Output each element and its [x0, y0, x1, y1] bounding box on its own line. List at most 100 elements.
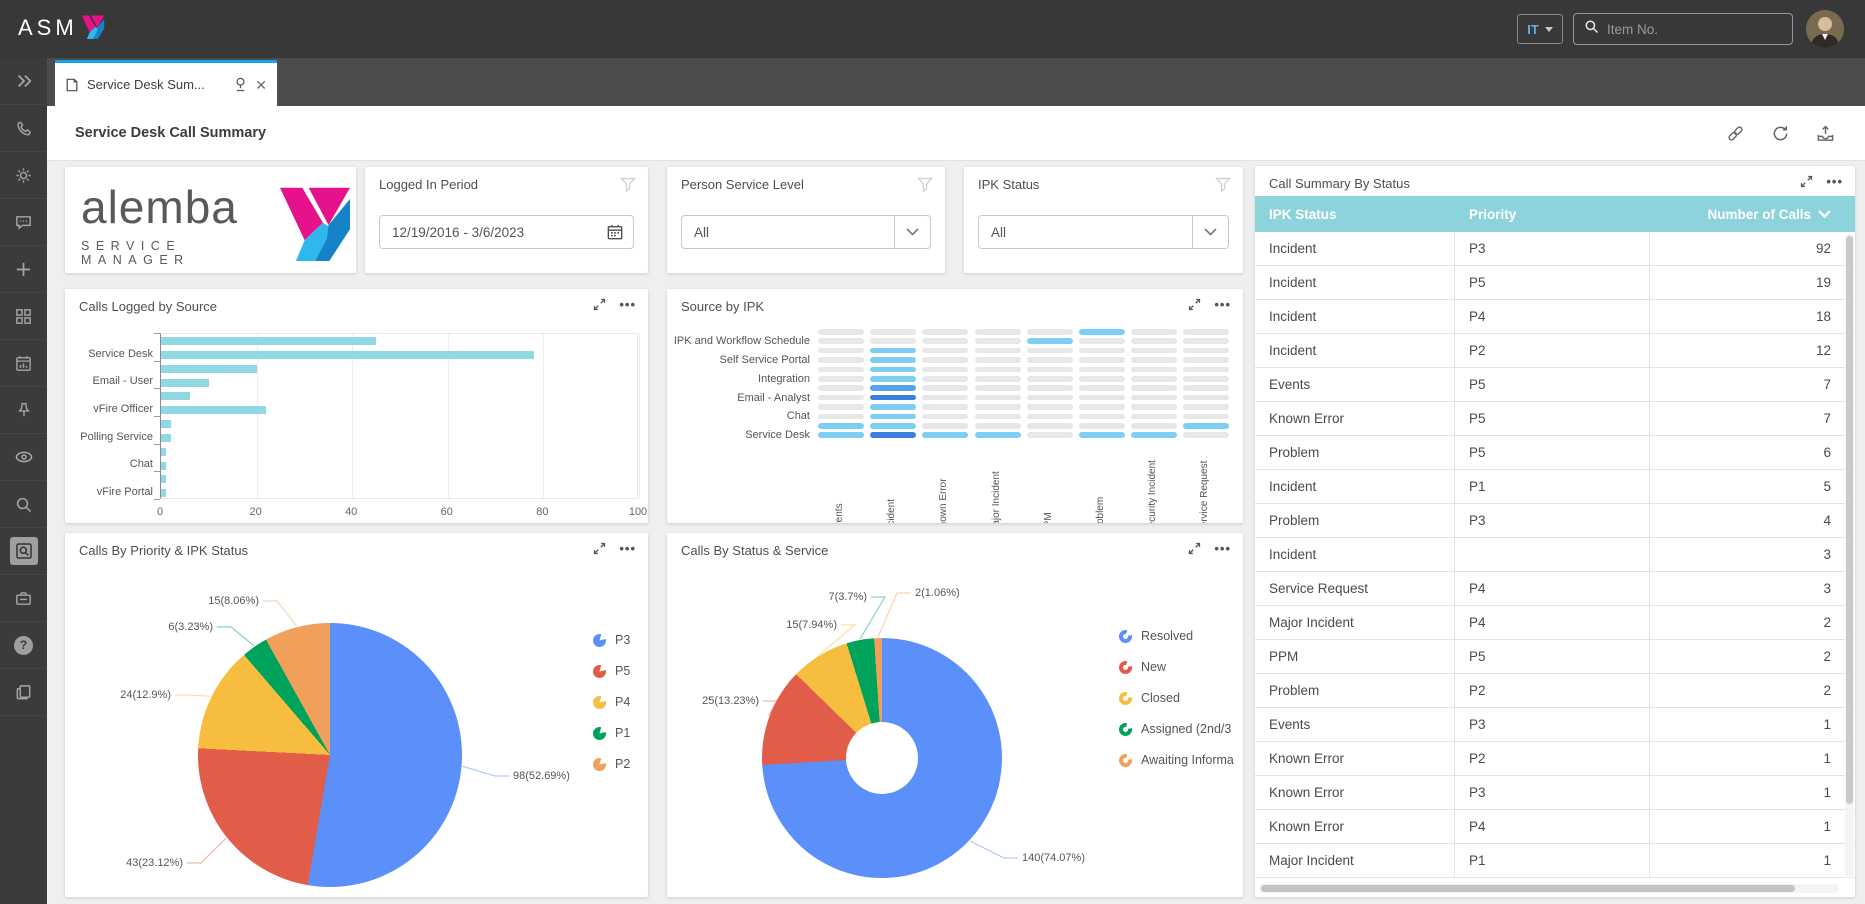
pin-location-icon[interactable]	[234, 77, 247, 92]
table-row[interactable]: Major IncidentP11	[1255, 844, 1855, 878]
table-row[interactable]: IncidentP519	[1255, 266, 1855, 300]
refresh-icon[interactable]	[1771, 124, 1790, 143]
link-icon[interactable]	[1726, 124, 1745, 143]
table-row[interactable]: ProblemP22	[1255, 674, 1855, 708]
heatmap-cell	[922, 367, 968, 373]
legend-item[interactable]: Awaiting Informa	[1119, 753, 1234, 767]
heatmap-cell	[1183, 395, 1229, 401]
table-row[interactable]: Incident3	[1255, 538, 1855, 572]
sidebar-item-phone[interactable]	[0, 105, 47, 152]
bar[interactable]	[161, 406, 266, 414]
region-dropdown[interactable]: IT	[1517, 14, 1563, 44]
legend-item[interactable]: Resolved	[1119, 629, 1234, 643]
table-row[interactable]: IncidentP392	[1255, 232, 1855, 266]
more-options-icon[interactable]: •••	[619, 300, 636, 310]
expand-icon[interactable]	[592, 297, 607, 312]
bar[interactable]	[161, 434, 171, 442]
bar[interactable]	[161, 392, 190, 400]
heatmap-cell	[1027, 338, 1073, 344]
more-options-icon[interactable]: •••	[1214, 300, 1231, 310]
sidebar-item-help[interactable]: ?	[0, 622, 47, 669]
cell-priority: P1	[1455, 470, 1650, 503]
service-level-select[interactable]: All	[681, 215, 931, 249]
legend-item[interactable]: Assigned (2nd/3	[1119, 722, 1234, 736]
more-options-icon[interactable]: •••	[619, 544, 636, 554]
filter-funnel-icon[interactable]	[917, 177, 933, 197]
table-row[interactable]: Known ErrorP41	[1255, 810, 1855, 844]
export-icon[interactable]	[1816, 124, 1835, 143]
sidebar-item-pages[interactable]	[0, 669, 47, 716]
heatmap-cell	[1131, 385, 1177, 391]
calendar-icon[interactable]	[607, 224, 623, 240]
bar[interactable]	[161, 489, 166, 497]
sidebar-item-pin[interactable]	[0, 387, 47, 434]
horizontal-scrollbar[interactable]	[1259, 884, 1839, 893]
legend-item[interactable]: P4	[593, 695, 630, 709]
table-row[interactable]: EventsP31	[1255, 708, 1855, 742]
expand-icon[interactable]	[592, 541, 607, 556]
table-row[interactable]: EventsP57	[1255, 368, 1855, 402]
expand-icon[interactable]	[1799, 174, 1814, 189]
pin-icon	[10, 396, 38, 424]
sidebar-item-plus[interactable]	[0, 246, 47, 293]
sidebar-item-gear[interactable]	[0, 152, 47, 199]
table-row[interactable]: IncidentP418	[1255, 300, 1855, 334]
avatar[interactable]	[1806, 10, 1844, 48]
table-row[interactable]: IncidentP15	[1255, 470, 1855, 504]
sidebar-item-chevrons-right[interactable]	[0, 58, 47, 105]
column-header-priority[interactable]: Priority	[1455, 207, 1650, 222]
bar[interactable]	[161, 475, 166, 483]
table-row[interactable]: Service RequestP43	[1255, 572, 1855, 606]
sidebar-item-briefcase[interactable]	[0, 575, 47, 622]
bar[interactable]	[161, 337, 376, 345]
heatmap-cell	[818, 432, 864, 438]
close-icon[interactable]: ✕	[255, 78, 267, 92]
legend-item[interactable]: Closed	[1119, 691, 1234, 705]
heatmap-cell	[1131, 329, 1177, 335]
vertical-scrollbar[interactable]	[1845, 234, 1854, 879]
sidebar-item-eye[interactable]	[0, 434, 47, 481]
table-row[interactable]: IncidentP212	[1255, 334, 1855, 368]
column-header-ipk-status[interactable]: IPK Status	[1255, 207, 1455, 222]
column-header-number-of-calls[interactable]: Number of Calls	[1650, 207, 1855, 222]
heatmap-cell	[1079, 348, 1125, 354]
more-options-icon[interactable]: •••	[1826, 177, 1843, 187]
sidebar-item-search[interactable]	[0, 481, 47, 528]
table-row[interactable]: ProblemP34	[1255, 504, 1855, 538]
legend-item[interactable]: P5	[593, 664, 630, 678]
bar[interactable]	[161, 351, 534, 359]
chevron-down-icon[interactable]	[1192, 216, 1228, 248]
bar[interactable]	[161, 379, 209, 387]
item-search-input[interactable]	[1607, 22, 1784, 37]
cell-priority: P5	[1455, 436, 1650, 469]
sidebar-item-grid[interactable]	[0, 293, 47, 340]
table-row[interactable]: Known ErrorP57	[1255, 402, 1855, 436]
chevron-down-icon[interactable]	[894, 216, 930, 248]
ipk-status-select[interactable]: All	[978, 215, 1229, 249]
sidebar-item-chat[interactable]	[0, 199, 47, 246]
table-row[interactable]: PPMP52	[1255, 640, 1855, 674]
table-row[interactable]: Known ErrorP31	[1255, 776, 1855, 810]
filter-funnel-icon[interactable]	[1215, 177, 1231, 197]
table-row[interactable]: ProblemP56	[1255, 436, 1855, 470]
pie-slices[interactable]	[198, 623, 462, 887]
bar[interactable]	[161, 365, 257, 373]
sidebar-item-calendar-chart[interactable]	[0, 340, 47, 387]
more-options-icon[interactable]: •••	[1214, 544, 1231, 554]
legend-item[interactable]: P1	[593, 726, 630, 740]
table-row[interactable]: Major IncidentP42	[1255, 606, 1855, 640]
bar[interactable]	[161, 462, 166, 470]
bar[interactable]	[161, 420, 171, 428]
expand-icon[interactable]	[1187, 541, 1202, 556]
table-row[interactable]: Known ErrorP21	[1255, 742, 1855, 776]
legend-item[interactable]: P2	[593, 757, 630, 771]
bar[interactable]	[161, 448, 166, 456]
legend-item[interactable]: P3	[593, 633, 630, 647]
filter-funnel-icon[interactable]	[620, 177, 636, 197]
expand-icon[interactable]	[1187, 297, 1202, 312]
tab-service-desk-summary[interactable]: Service Desk Sum... ✕	[55, 60, 277, 106]
sidebar-item-search-document[interactable]	[0, 528, 47, 575]
legend-item[interactable]: New	[1119, 660, 1234, 674]
bar-chart-plot-area	[160, 333, 638, 499]
date-range-input[interactable]	[380, 225, 607, 240]
